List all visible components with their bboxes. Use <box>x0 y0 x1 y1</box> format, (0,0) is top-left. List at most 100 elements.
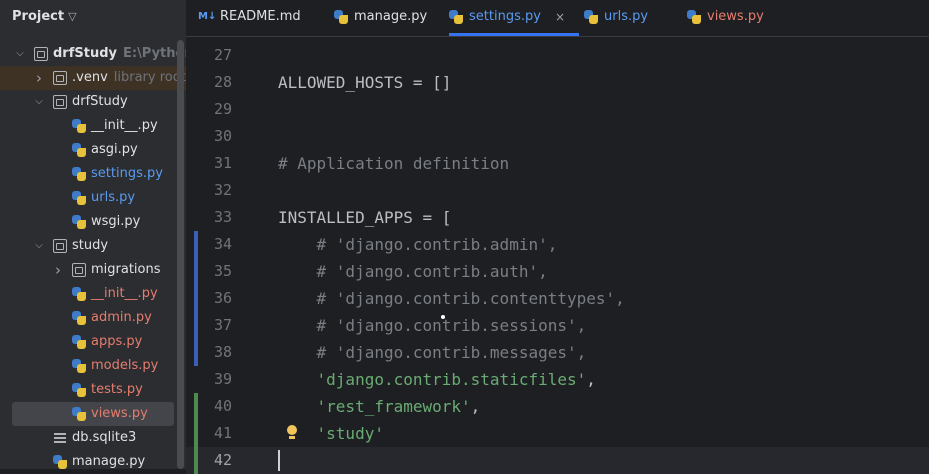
project-header[interactable]: Project ▽ <box>0 0 186 36</box>
code-editor[interactable]: 27 28 ALLOWED_HOSTS = [] 29 30 31 # Applicatio… <box>186 37 929 474</box>
code-line[interactable]: 40 'rest_framework', <box>186 393 929 420</box>
python-icon-yellow-part <box>77 412 86 421</box>
added-change-marker[interactable] <box>194 447 198 474</box>
tree-item-name: wsgi.py <box>91 214 141 229</box>
code-line[interactable]: 28 ALLOWED_HOSTS = [] <box>186 69 929 96</box>
editor-tabs: M↓ README.md manage.py settings.py × urls.py v… <box>186 0 929 37</box>
tree-item[interactable]: asgi.py <box>0 138 186 162</box>
tab-manage-py[interactable]: manage.py <box>334 0 444 36</box>
tree-item-name: urls.py <box>91 190 136 205</box>
added-change-marker[interactable] <box>194 393 198 420</box>
folder-icon <box>53 95 67 109</box>
tree-item-name: models.py <box>91 358 159 373</box>
chevron-down-icon[interactable]: ▽ <box>68 10 76 23</box>
project-title[interactable]: Project ▽ <box>12 9 77 24</box>
tree-item[interactable]: models.py <box>0 354 186 378</box>
code-line[interactable]: 36 # 'django.contrib.contenttypes', <box>186 285 929 312</box>
modified-change-marker[interactable] <box>194 231 198 258</box>
chevron-right-icon[interactable]: › <box>52 258 64 282</box>
python-icon-yellow-part <box>77 364 86 373</box>
code-line[interactable]: 29 <box>186 96 929 123</box>
modified-change-marker[interactable] <box>194 258 198 285</box>
code-line[interactable]: 39 'django.contrib.staticfiles', <box>186 366 929 393</box>
python-file-icon <box>72 407 86 421</box>
code-line[interactable]: 37 # 'django.contrib.sessions', <box>186 312 929 339</box>
python-file-icon <box>334 10 348 24</box>
sidebar-scrollbar[interactable] <box>177 40 184 469</box>
code-text: # 'django.contrib.auth', <box>278 262 548 281</box>
tree-item[interactable]: db.sqlite3 <box>0 426 186 450</box>
tab-views-py[interactable]: views.py <box>687 0 787 36</box>
code-line[interactable]: 42 <box>186 447 929 474</box>
line-number: 30 <box>213 127 232 145</box>
folder-icon <box>53 71 67 85</box>
python-file-icon <box>584 10 598 24</box>
code-line[interactable]: 32 <box>186 177 929 204</box>
code-line[interactable]: 27 <box>186 42 929 69</box>
python-file-icon <box>72 359 86 373</box>
python-file-icon <box>72 335 86 349</box>
python-file-icon <box>72 119 86 133</box>
tree-item[interactable]: views.py <box>12 402 174 426</box>
tree-item-name: db.sqlite3 <box>72 430 137 445</box>
tree-item-name: settings.py <box>91 166 163 181</box>
line-number: 35 <box>213 262 232 280</box>
tree-item[interactable]: admin.py <box>0 306 186 330</box>
line-number: 28 <box>213 73 232 91</box>
python-file-icon <box>72 287 86 301</box>
tree-item[interactable]: __init__.py <box>0 114 186 138</box>
code-line[interactable]: 33 INSTALLED_APPS = [ <box>186 204 929 231</box>
tree-item[interactable]: __init__.py <box>0 282 186 306</box>
tab-urls-py[interactable]: urls.py <box>584 0 682 36</box>
python-icon-yellow-part <box>77 196 86 205</box>
tree-item[interactable]: ⌵ drfStudyE:\PythonProj <box>0 42 186 66</box>
tree-item-label: __init__.py <box>91 114 158 138</box>
python-file-icon <box>72 143 86 157</box>
code-text: 'study' <box>278 424 384 443</box>
python-icon-yellow-part <box>77 148 86 157</box>
tree-item-hint: library root <box>113 70 186 85</box>
chevron-down-icon[interactable]: ⌵ <box>33 90 45 114</box>
chevron-down-icon[interactable]: ⌵ <box>14 42 26 66</box>
tree-item-label: urls.py <box>91 186 135 210</box>
modified-change-marker[interactable] <box>194 312 198 339</box>
tree-item[interactable]: ⌵ drfStudy <box>0 90 186 114</box>
added-change-marker[interactable] <box>194 420 198 447</box>
tab-readme-md[interactable]: M↓ README.md <box>198 0 318 36</box>
tree-item[interactable]: wsgi.py <box>0 210 186 234</box>
tree-item[interactable]: tests.py <box>0 378 186 402</box>
chevron-right-icon[interactable]: › <box>33 66 45 90</box>
code-line[interactable]: 35 # 'django.contrib.auth', <box>186 258 929 285</box>
line-number: 27 <box>213 46 232 64</box>
tree-item[interactable]: urls.py <box>0 186 186 210</box>
modified-change-marker[interactable] <box>194 339 198 366</box>
tree-item[interactable]: ⌵ study <box>0 234 186 258</box>
line-number: 38 <box>213 343 232 361</box>
tree-item-name: .venv <box>72 70 108 85</box>
tree-item[interactable]: apps.py <box>0 330 186 354</box>
tree-item-name: admin.py <box>91 310 152 325</box>
chevron-down-icon[interactable]: ⌵ <box>33 234 45 258</box>
tree-item-name: manage.py <box>72 454 146 469</box>
modified-change-marker[interactable] <box>194 285 198 312</box>
tab-settings-py[interactable]: settings.py × <box>449 0 579 36</box>
tree-item[interactable]: › migrations <box>0 258 186 282</box>
tree-item-label: drfStudyE:\PythonProj <box>53 42 186 66</box>
code-line[interactable]: 30 <box>186 123 929 150</box>
tree-item-label: __init__.py <box>91 282 158 306</box>
python-file-icon <box>72 311 86 325</box>
code-line[interactable]: 38 # 'django.contrib.messages', <box>186 339 929 366</box>
python-icon-yellow-part <box>77 124 86 133</box>
python-icon-yellow-part <box>589 15 598 24</box>
tree-item-label: manage.py <box>72 450 145 469</box>
tree-item[interactable]: › .venv library root <box>0 66 186 90</box>
tree-item[interactable]: manage.py <box>0 450 186 469</box>
close-icon[interactable]: × <box>555 0 565 34</box>
trailing-comma: , <box>586 370 596 389</box>
python-icon-yellow-part <box>77 220 86 229</box>
code-line[interactable]: 34 # 'django.contrib.admin', <box>186 231 929 258</box>
tree-item[interactable]: settings.py <box>0 162 186 186</box>
code-line[interactable]: 31 # Application definition <box>186 150 929 177</box>
code-line[interactable]: 41 'study' <box>186 420 929 447</box>
code-text: 'django.contrib.staticfiles', <box>278 370 596 389</box>
